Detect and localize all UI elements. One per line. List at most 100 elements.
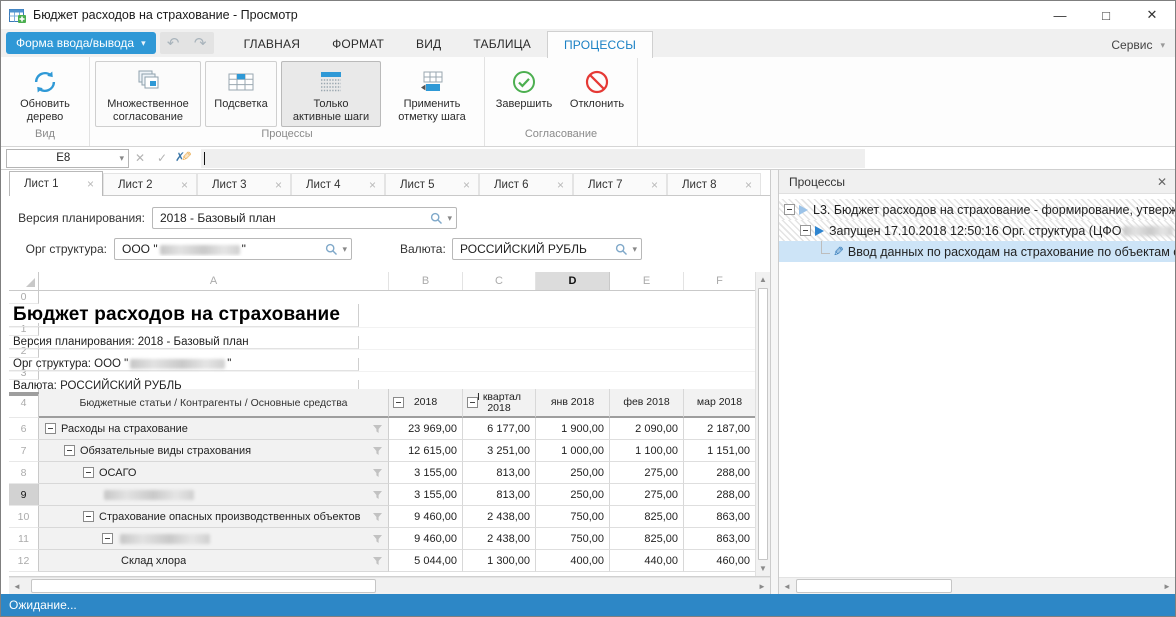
- grid-header-cell[interactable]: янв 2018: [536, 389, 610, 418]
- tab-protsessy[interactable]: ПРОЦЕССЫ: [547, 31, 653, 58]
- grid-cell[interactable]: 1 300,00: [463, 550, 536, 572]
- refresh-tree-button[interactable]: Обновить дерево: [6, 61, 84, 127]
- grid-cell[interactable]: 750,00: [536, 506, 610, 528]
- grid-header-cell[interactable]: мар 2018: [684, 389, 756, 418]
- collapse-icon[interactable]: [45, 423, 56, 434]
- grid-cell[interactable]: 3 155,00: [389, 484, 463, 506]
- service-menu[interactable]: Сервис ▾: [1111, 38, 1165, 52]
- grid-cell[interactable]: 275,00: [610, 484, 684, 506]
- grid-cell[interactable]: 750,00: [536, 528, 610, 550]
- grid-cell[interactable]: [39, 484, 389, 506]
- collapse-icon[interactable]: [393, 397, 404, 408]
- row-header[interactable]: 7: [9, 440, 39, 462]
- grid-cell[interactable]: 2 438,00: [463, 528, 536, 550]
- row-header[interactable]: 6: [9, 418, 39, 440]
- apply-step-mark-button[interactable]: Применить отметку шага: [385, 61, 479, 127]
- vertical-scrollbar[interactable]: ▲ ▼: [755, 272, 770, 576]
- sheet-tab[interactable]: Лист 1×: [9, 171, 103, 196]
- horizontal-scroll-thumb[interactable]: [796, 579, 952, 593]
- close-icon[interactable]: ✕: [1157, 175, 1167, 189]
- grid-cell[interactable]: 2 438,00: [463, 506, 536, 528]
- grid-cell[interactable]: 460,00: [684, 550, 756, 572]
- grid-cell[interactable]: 12 615,00: [389, 440, 463, 462]
- filter-icon[interactable]: [372, 556, 383, 566]
- grid-cell[interactable]: 9 460,00: [389, 528, 463, 550]
- search-icon[interactable]: [325, 243, 338, 256]
- grid-cell[interactable]: 250,00: [536, 484, 610, 506]
- grid-cell[interactable]: Обязательные виды страхования: [39, 440, 389, 462]
- grid-cell[interactable]: Страхование опасных производственных объ…: [39, 506, 389, 528]
- grid-horizontal-scrollbar[interactable]: ◄ ►: [9, 577, 770, 594]
- formula-edit-icon[interactable]: ✗ ✎: [173, 149, 197, 167]
- io-form-button[interactable]: Форма ввода/вывода ▾: [6, 32, 156, 54]
- grid-header-cell[interactable]: фев 2018: [610, 389, 684, 418]
- minimize-button[interactable]: —: [1037, 1, 1083, 29]
- close-icon[interactable]: ×: [557, 178, 564, 192]
- grid-cell[interactable]: Версия планирования: 2018 - Базовый план: [9, 336, 359, 349]
- close-button[interactable]: ✕: [1129, 1, 1175, 29]
- cell-name-box[interactable]: E8 ▾: [6, 149, 129, 168]
- filter-icon[interactable]: [372, 512, 383, 522]
- grid-cell[interactable]: 9 460,00: [389, 506, 463, 528]
- grid-cell[interactable]: 1 100,00: [610, 440, 684, 462]
- grid-cell[interactable]: 863,00: [684, 506, 756, 528]
- filter-icon[interactable]: [372, 534, 383, 544]
- grid-cell[interactable]: 23 969,00: [389, 418, 463, 440]
- collapse-icon[interactable]: [83, 467, 94, 478]
- redo-button[interactable]: ↷: [187, 32, 214, 54]
- process-tree-item[interactable]: Запущен 17.10.2018 12:50:16 Орг. структу…: [779, 220, 1175, 241]
- highlight-button[interactable]: Подсветка: [205, 61, 277, 127]
- collapse-icon[interactable]: [467, 397, 478, 408]
- column-header[interactable]: F: [684, 272, 756, 290]
- panel-horizontal-scrollbar[interactable]: ◄ ►: [779, 577, 1175, 594]
- undo-button[interactable]: ↶: [160, 32, 187, 54]
- grid-cell[interactable]: ОСАГО: [39, 462, 389, 484]
- grid-cell[interactable]: Расходы на страхование: [39, 418, 389, 440]
- grid-cell[interactable]: 1 900,00: [536, 418, 610, 440]
- grid-cell[interactable]: Бюджет расходов на страхование: [9, 304, 359, 327]
- spreadsheet[interactable]: ABCDEF0Бюджет расходов на страхование1Ве…: [9, 272, 770, 577]
- formula-input[interactable]: [201, 149, 865, 168]
- grid-cell[interactable]: 3 155,00: [389, 462, 463, 484]
- tab-glavnaya[interactable]: ГЛАВНАЯ: [228, 31, 316, 57]
- scroll-down-icon[interactable]: ▼: [756, 561, 770, 576]
- chevron-down-icon[interactable]: ▾: [447, 213, 452, 224]
- grid-cell[interactable]: Склад хлора: [39, 550, 389, 572]
- sheet-tab[interactable]: Лист 3×: [197, 173, 291, 195]
- row-header[interactable]: 0: [9, 291, 39, 304]
- grid-cell[interactable]: 2 187,00: [684, 418, 756, 440]
- collapse-icon[interactable]: [83, 511, 94, 522]
- tab-tablitsa[interactable]: ТАБЛИЦА: [457, 31, 547, 57]
- grid-header-cell[interactable]: 2018: [389, 389, 463, 418]
- scroll-up-icon[interactable]: ▲: [756, 272, 770, 287]
- scroll-right-icon[interactable]: ►: [1159, 578, 1175, 594]
- grid-cell[interactable]: 1 000,00: [536, 440, 610, 462]
- grid-cell[interactable]: 825,00: [610, 528, 684, 550]
- tab-format[interactable]: ФОРМАТ: [316, 31, 400, 57]
- close-icon[interactable]: ×: [651, 178, 658, 192]
- grid-cell[interactable]: 440,00: [610, 550, 684, 572]
- column-header[interactable]: E: [610, 272, 684, 290]
- grid-header-cell[interactable]: I квартал 2018: [463, 389, 536, 418]
- tab-vid[interactable]: ВИД: [400, 31, 457, 57]
- sheet-tab[interactable]: Лист 6×: [479, 173, 573, 195]
- close-icon[interactable]: ×: [745, 178, 752, 192]
- grid-cell[interactable]: 3 251,00: [463, 440, 536, 462]
- collapse-icon[interactable]: [784, 204, 795, 215]
- grid-cell[interactable]: 6 177,00: [463, 418, 536, 440]
- reject-button[interactable]: Отклонить: [562, 61, 632, 127]
- formula-confirm-icon[interactable]: ✓: [151, 151, 173, 165]
- collapse-icon[interactable]: [102, 533, 113, 544]
- scroll-left-icon[interactable]: ◄: [779, 578, 795, 594]
- column-header[interactable]: D: [536, 272, 610, 290]
- grid-cell[interactable]: 5 044,00: [389, 550, 463, 572]
- currency-combo[interactable]: РОССИЙСКИЙ РУБЛЬ ▾: [452, 238, 642, 260]
- close-icon[interactable]: ×: [275, 178, 282, 192]
- chevron-down-icon[interactable]: ▾: [342, 244, 347, 255]
- scroll-right-icon[interactable]: ►: [754, 578, 770, 594]
- grid-cell[interactable]: 2 090,00: [610, 418, 684, 440]
- search-icon[interactable]: [430, 212, 443, 225]
- close-icon[interactable]: ×: [181, 178, 188, 192]
- column-header[interactable]: C: [463, 272, 536, 290]
- row-header[interactable]: 12: [9, 550, 39, 572]
